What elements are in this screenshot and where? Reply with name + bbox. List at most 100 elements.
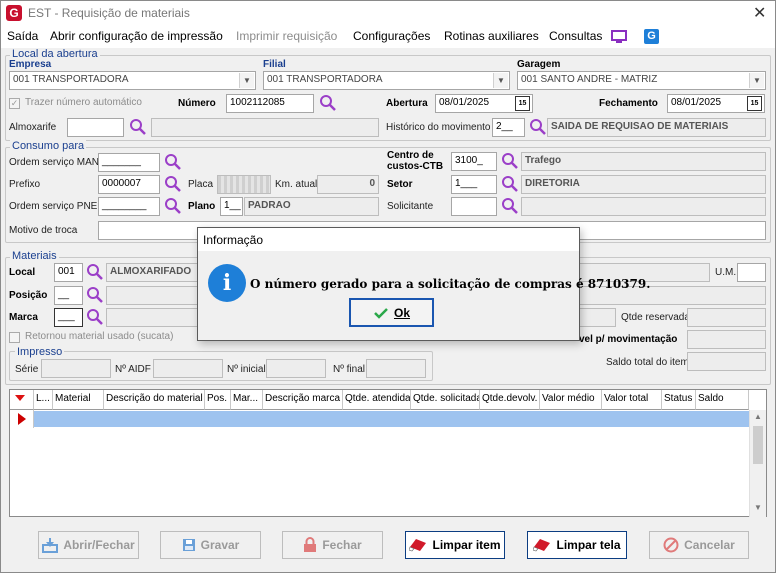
chevron-down-icon[interactable]: ▼	[493, 73, 508, 88]
search-icon[interactable]	[501, 152, 519, 170]
cancel-icon	[663, 537, 679, 553]
search-icon[interactable]	[86, 263, 104, 281]
calendar-icon[interactable]: 15	[515, 96, 530, 111]
plano-label: Plano	[188, 201, 216, 212]
grid-header-local[interactable]: L...	[34, 390, 53, 410]
grid-header-marca[interactable]: Mar...	[231, 390, 263, 410]
menu-rotinas-auxiliares[interactable]: Rotinas auxiliares	[444, 29, 539, 43]
chevron-down-icon[interactable]: ▼	[239, 73, 254, 88]
plano-code-field[interactable]: 1__	[220, 197, 243, 216]
search-icon[interactable]	[129, 118, 147, 136]
gravar-button[interactable]: Gravar	[160, 531, 261, 559]
historico-label: Histórico do movimento	[386, 122, 491, 133]
numero-field[interactable]: 1002112085	[226, 94, 314, 113]
prefixo-label: Prefixo	[9, 179, 41, 190]
centro-code-field[interactable]: 3100_	[451, 152, 497, 171]
scroll-down-icon[interactable]: ▼	[752, 503, 764, 515]
grid-header-qtde-atendida[interactable]: Qtde. atendida	[343, 390, 411, 410]
almoxarife-field[interactable]	[67, 118, 124, 137]
calendar-icon[interactable]: 15	[747, 96, 762, 111]
grid-header-material[interactable]: Material	[53, 390, 104, 410]
grid-indicator-header[interactable]	[10, 390, 34, 410]
grid-header-valor-total[interactable]: Valor total	[602, 390, 662, 410]
prefixo-field[interactable]: 0000007	[98, 175, 160, 194]
grid-header-qtde-devolv[interactable]: Qtde.devolv.	[480, 390, 540, 410]
search-icon[interactable]	[86, 308, 104, 326]
filial-combo[interactable]: 001 TRANSPORTADORA ▼	[263, 71, 510, 90]
grid-header-descricao-material[interactable]: Descrição do material	[104, 390, 205, 410]
os-pne-label: Ordem serviço PNE	[9, 201, 98, 212]
fechar-button[interactable]: Fechar	[282, 531, 383, 559]
search-icon[interactable]	[501, 197, 519, 215]
grid-header-qtde-solicitada[interactable]: Qtde. solicitada	[411, 390, 480, 410]
title-bar: G EST - Requisição de materiais ✕	[1, 1, 775, 26]
retornou-checkbox[interactable]	[9, 332, 20, 343]
historico-desc-field: SAIDA DE REQUISAO DE MATERIAIS	[547, 118, 766, 137]
search-icon[interactable]	[501, 175, 519, 193]
menu-imprimir-requisicao[interactable]: Imprimir requisição	[236, 29, 337, 43]
numero-label: Número	[178, 98, 216, 109]
grid-header-status[interactable]: Status	[662, 390, 696, 410]
abertura-date-field[interactable]: 08/01/2025 15	[435, 94, 533, 113]
ok-button[interactable]: Ok	[349, 298, 434, 327]
triangle-right-icon	[18, 413, 26, 425]
setor-code-field[interactable]: 1___	[451, 175, 497, 194]
os-man-label: Ordem serviço MAN	[9, 157, 100, 168]
search-icon[interactable]	[319, 94, 337, 112]
grid-header-descricao-marca[interactable]: Descrição marca	[263, 390, 343, 410]
grid-header-pos[interactable]: Pos.	[205, 390, 231, 410]
window-title: EST - Requisição de materiais	[28, 6, 190, 20]
garagem-combo[interactable]: 001 SANTO ANDRE - MATRIZ ▼	[517, 71, 766, 90]
app-logo-icon: G	[6, 5, 22, 21]
search-icon[interactable]	[164, 153, 182, 171]
fechamento-date-field[interactable]: 08/01/2025 15	[667, 94, 765, 113]
um-label: U.M.	[715, 267, 737, 278]
check-icon	[374, 307, 388, 319]
chevron-down-icon[interactable]: ▼	[749, 73, 764, 88]
solicitante-field[interactable]	[451, 197, 497, 216]
grid-row-indicator[interactable]	[10, 410, 34, 428]
marca-code-field[interactable]: ___	[54, 308, 83, 327]
grid-header-valor-medio[interactable]: Valor médio	[540, 390, 602, 410]
cancelar-button[interactable]: Cancelar	[649, 531, 749, 559]
search-icon[interactable]	[529, 118, 547, 136]
os-man-field[interactable]: _______	[98, 153, 160, 172]
limpar-item-button[interactable]: Limpar item	[405, 531, 505, 559]
local-label: Local	[9, 267, 36, 278]
table-row[interactable]	[34, 411, 749, 427]
solicitante-label: Solicitante	[387, 201, 434, 212]
trazer-numero-checkbox[interactable]: ✓	[9, 98, 20, 109]
posicao-code-field[interactable]: __	[54, 286, 83, 305]
materials-grid[interactable]: L... Material Descrição do material Pos.…	[9, 389, 767, 517]
menu-consultas[interactable]: Consultas	[549, 29, 602, 43]
close-window-button[interactable]: ✕	[753, 3, 766, 23]
centro-desc-field: Trafego	[521, 152, 766, 171]
search-icon[interactable]	[164, 175, 182, 193]
scroll-thumb[interactable]	[753, 426, 763, 464]
local-code-field[interactable]: 001	[54, 263, 83, 282]
materiais-title: Materiais	[10, 250, 59, 262]
consumo-title: Consumo para	[10, 140, 87, 152]
setor-desc-field: DIRETORIA	[521, 175, 766, 194]
monitor-icon[interactable]	[611, 30, 627, 44]
menu-bar: Saída Abrir configuração de impressão Im…	[1, 26, 775, 48]
fechamento-label: Fechamento	[599, 98, 658, 109]
limpar-tela-button[interactable]: Limpar tela	[527, 531, 627, 559]
grid-header-saldo[interactable]: Saldo	[696, 390, 749, 410]
menu-abrir-configuracao[interactable]: Abrir configuração de impressão	[50, 29, 223, 43]
menu-saida[interactable]: Saída	[7, 29, 38, 43]
eraser-icon	[533, 539, 551, 552]
search-icon[interactable]	[86, 286, 104, 304]
abrir-fechar-button[interactable]: Abrir/Fechar	[38, 531, 139, 559]
scroll-up-icon[interactable]: ▲	[752, 412, 764, 424]
vertical-scrollbar[interactable]: ▲ ▼	[749, 410, 766, 517]
os-pne-field[interactable]: ________	[98, 197, 160, 216]
search-icon[interactable]	[164, 197, 182, 215]
dialog-message: O número gerado para a solicitação de co…	[250, 277, 651, 291]
historico-code-field[interactable]: 2__	[492, 118, 525, 137]
km-field: 0	[317, 175, 379, 194]
menu-configuracoes[interactable]: Configurações	[353, 29, 430, 43]
empresa-combo[interactable]: 001 TRANSPORTADORA ▼	[9, 71, 256, 90]
um-field[interactable]	[737, 263, 766, 282]
app-badge-icon[interactable]: G	[644, 29, 659, 44]
